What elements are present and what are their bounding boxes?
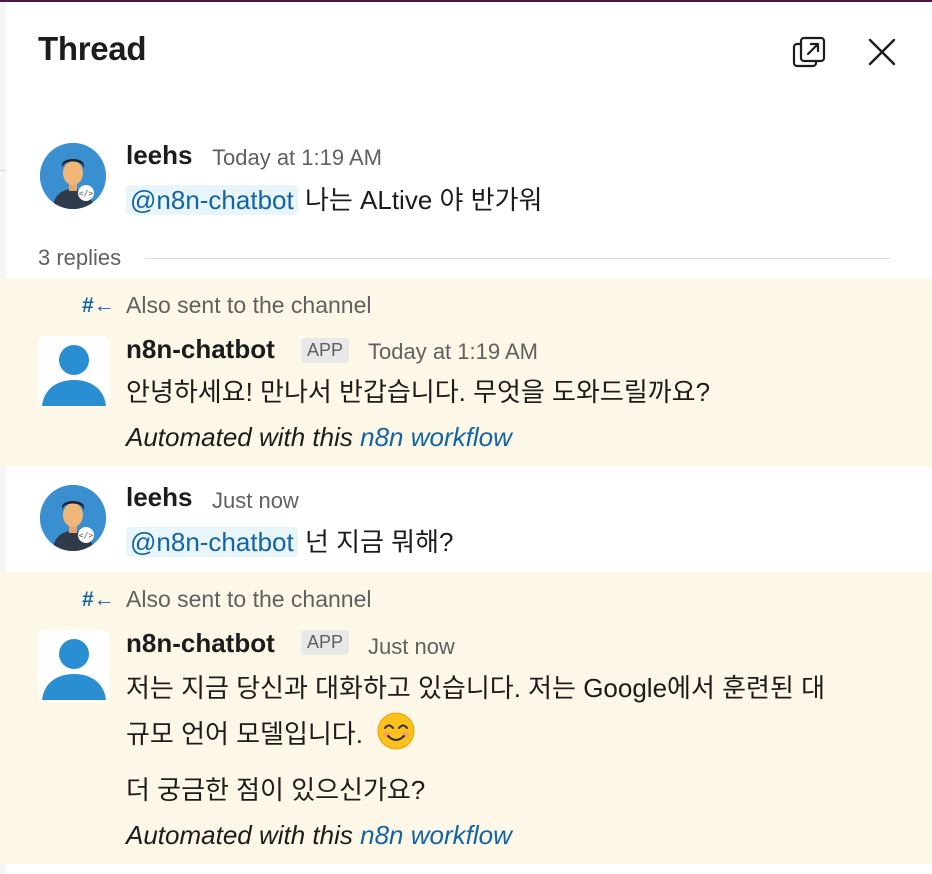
avatar[interactable] [38, 630, 110, 702]
svg-text:</>: </> [79, 531, 94, 540]
popout-button[interactable] [788, 30, 832, 74]
message-body: @n8n-chatbot 나는 ALtive 야 반가워 [126, 179, 542, 221]
reply-message: #← Also sent to the channel n8n-chatbot … [0, 572, 932, 864]
message-timestamp[interactable]: Just now [212, 488, 299, 514]
message-text: 규모 언어 모델입니다. [126, 719, 363, 749]
reply-message: </> leehs Just now @n8n-chatbot 넌 지금 뭐해? [0, 474, 932, 570]
message-text: 넌 지금 뭐해? [304, 527, 454, 557]
user-mention[interactable]: @n8n-chatbot [126, 527, 298, 557]
default-user-avatar-icon [42, 639, 106, 700]
automated-note: Automated with this n8n workflow [126, 820, 512, 851]
message-author[interactable]: leehs [126, 482, 193, 513]
also-sent-note: #← Also sent to the channel [82, 586, 372, 613]
message-text: 나는 ALtive 야 반가워 [304, 185, 543, 215]
channel-hash-arrow-icon: #← [82, 587, 115, 611]
automated-prefix: Automated with this [126, 820, 353, 850]
app-badge: APP [301, 338, 350, 363]
automated-prefix: Automated with this [126, 422, 353, 452]
default-user-avatar-icon [42, 345, 106, 406]
message-timestamp[interactable]: Just now [368, 634, 455, 660]
avatar[interactable] [38, 336, 110, 408]
divider-line [145, 257, 890, 259]
message-author[interactable]: n8n-chatbot [126, 628, 275, 659]
message-text-line3: 더 궁금한 점이 있으신가요? [126, 775, 426, 805]
replies-divider: 3 replies [38, 240, 890, 276]
thread-title: Thread [38, 30, 147, 67]
close-button[interactable] [860, 30, 904, 74]
message-timestamp[interactable]: Today at 1:19 AM [368, 339, 538, 365]
avatar[interactable]: </> [40, 143, 106, 209]
workflow-link[interactable]: n8n workflow [360, 820, 512, 850]
svg-text:</>: </> [79, 189, 94, 198]
channel-hash-arrow-icon: #← [82, 293, 115, 317]
close-icon [868, 38, 896, 66]
also-sent-label: Also sent to the channel [126, 292, 372, 318]
also-sent-note: #← Also sent to the channel [82, 292, 372, 319]
message-timestamp[interactable]: Today at 1:19 AM [212, 145, 382, 171]
reply-message: #← Also sent to the channel n8n-chatbot … [0, 278, 932, 466]
user-mention[interactable]: @n8n-chatbot [126, 185, 298, 215]
automated-note: Automated with this n8n workflow [126, 422, 512, 453]
thread-header: Thread [0, 0, 932, 104]
avatar[interactable]: </> [40, 485, 106, 551]
message-author[interactable]: n8n-chatbot [126, 334, 275, 365]
also-sent-label: Also sent to the channel [126, 586, 372, 612]
message-text: 안녕하세요! 만나서 반갑습니다. 무엇을 도와드릴까요? [126, 377, 711, 407]
message-author[interactable]: leehs [126, 140, 193, 171]
workflow-link[interactable]: n8n workflow [360, 422, 512, 452]
message-text-line2: 규모 언어 모델입니다. [126, 711, 416, 755]
smiling-face-emoji-icon [377, 712, 415, 750]
popout-window-icon [792, 36, 826, 68]
app-badge: APP [301, 630, 350, 655]
developer-avatar-icon: </> [40, 143, 106, 209]
developer-avatar-icon: </> [40, 485, 106, 551]
message-text: 저는 지금 당신과 대화하고 있습니다. 저는 Google에서 훈련된 대 [126, 673, 826, 703]
message-body: @n8n-chatbot 넌 지금 뭐해? [126, 521, 453, 563]
parent-message: </> leehs Today at 1:19 AM @n8n-chatbot … [0, 134, 932, 234]
replies-count: 3 replies [38, 245, 122, 270]
